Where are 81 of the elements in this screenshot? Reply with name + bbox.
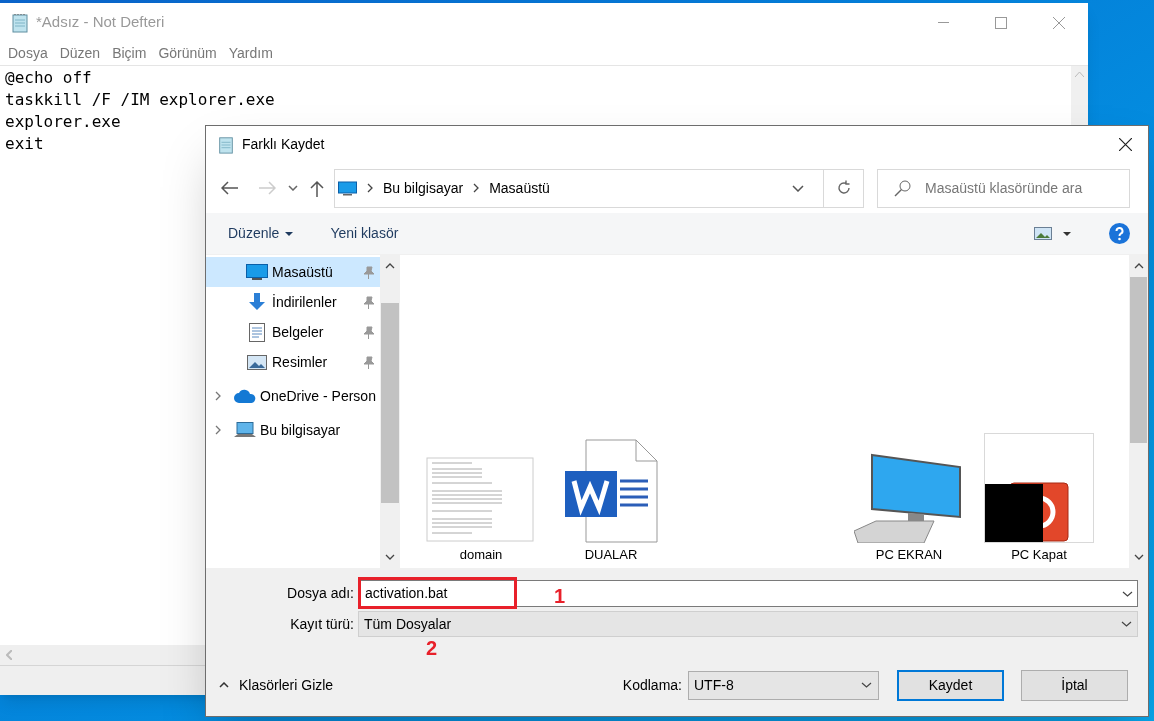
caret-icon [1063,231,1071,236]
menu-item[interactable]: Dosya [2,43,54,64]
chevron-right-icon [367,183,373,193]
expand-chevron-icon[interactable] [215,425,221,435]
up-arrow-icon[interactable] [310,179,324,197]
back-arrow-icon[interactable] [221,181,239,195]
vertical-scrollbar[interactable] [1129,255,1148,568]
scroll-up-icon[interactable] [385,263,395,269]
file-item[interactable]: domain [426,433,536,565]
field-label: Kayıt türü: [289,614,355,634]
menu-item[interactable]: Görünüm [152,43,223,64]
search-icon [894,179,911,197]
breadcrumb-item[interactable]: Bu bilgisayar [383,177,464,199]
search-field[interactable]: Masaüstü klasöründe ara [877,168,1130,208]
maximize-icon [995,16,1007,29]
pin-icon[interactable] [363,355,375,369]
chevron-down-icon [861,682,872,688]
dialog-button[interactable]: Kaydet [897,669,1004,701]
caret-icon [285,231,294,236]
dialog-button[interactable]: İptal [1021,669,1128,701]
annotation-number: 2 [426,636,438,661]
breadcrumb-item[interactable]: Masaüstü [489,177,550,199]
close-icon [1053,16,1065,29]
file-item[interactable]: DUALAR [556,433,666,565]
notepad-icon [217,135,235,154]
file-type-dropdown[interactable]: Tüm Dosyalar [358,611,1138,637]
scroll-left-icon[interactable] [6,650,12,660]
scroll-down-icon[interactable] [385,554,395,560]
picture-icon [1034,227,1052,240]
vertical-scrollbar[interactable] [380,255,400,568]
refresh-icon [835,180,852,196]
minimize-icon [937,21,949,24]
file-item[interactable]: PC EKRAN [854,433,964,565]
field-label: Dosya adı: [286,583,355,603]
chevron-down-icon[interactable] [792,184,804,192]
text-document-icon [426,457,536,543]
computer-icon [234,422,256,438]
sidebar-item[interactable]: OneDrive - Person [206,381,380,411]
chevron-right-icon [473,183,480,193]
window-title: *Adsız - Not Defteri [36,12,165,33]
address-bar[interactable]: Bu bilgisayar Masaüstü [334,168,864,208]
field-label: Kodlama: [622,675,682,695]
document-icon [249,322,265,342]
redaction-overlay [985,484,1043,542]
sidebar-item[interactable]: Masaüstü [206,257,380,287]
download-arrow-icon [248,293,266,311]
sidebar-item[interactable]: Resimler [206,347,380,377]
pin-icon[interactable] [363,265,375,279]
monitor-icon [246,264,268,280]
hide-folders-button[interactable]: Klasörleri Gizle [219,674,334,696]
menu-item[interactable]: Yardım [222,43,279,64]
menu-item[interactable]: Düzen [53,43,107,64]
sidebar-item[interactable]: Belgeler [206,317,380,347]
scroll-up-icon[interactable] [1133,263,1144,269]
scroll-thumb[interactable] [1130,277,1147,443]
organize-menu[interactable]: Düzenle [228,223,294,244]
word-document-icon [564,439,658,543]
menu-item[interactable]: Biçim [106,43,153,64]
dialog-title: Farklı Kaydet [242,135,325,154]
monitor-icon [338,180,357,196]
help-icon[interactable] [1109,223,1130,244]
pin-icon[interactable] [363,325,375,339]
close-icon [1118,138,1132,151]
chevron-down-icon [1121,621,1132,627]
sidebar-item[interactable]: İndirilenler [206,287,380,317]
notepad-icon [10,12,30,33]
new-folder-button[interactable]: Yeni klasör [330,223,399,244]
annotation-number: 1 [554,584,566,609]
encoding-dropdown[interactable]: UTF-8 [688,670,879,700]
scroll-down-icon[interactable] [1133,554,1144,560]
sidebar-item[interactable]: Bu bilgisayar [206,415,380,445]
scroll-thumb[interactable] [381,303,399,503]
chevron-up-icon [219,682,229,688]
expand-chevron-icon[interactable] [215,391,221,401]
picture-icon [247,354,267,370]
chevron-down-icon[interactable] [1122,590,1133,597]
cloud-icon [234,389,256,403]
view-options-button[interactable] [1034,227,1071,240]
chevron-down-icon[interactable] [288,185,298,191]
desktop-computer-icon [854,453,964,543]
pin-icon[interactable] [363,295,375,309]
